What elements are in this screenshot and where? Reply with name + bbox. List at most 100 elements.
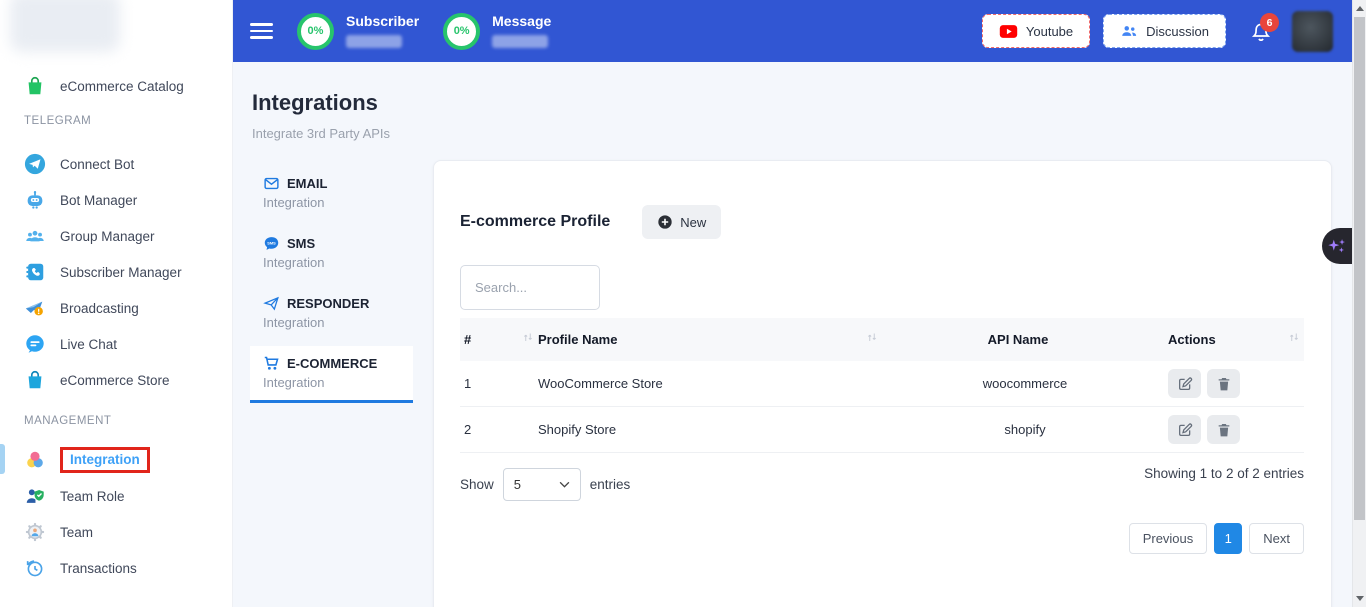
scrollbar-up-arrow[interactable]: [1356, 6, 1364, 11]
sidebar-item-group-manager[interactable]: Group Manager: [0, 218, 232, 254]
sidebar-item-connect-bot[interactable]: Connect Bot: [0, 146, 232, 182]
sidebar-item-team-role[interactable]: Team Role: [0, 478, 232, 514]
column-header-api-name[interactable]: API Name: [882, 332, 1168, 347]
sidebar-item-label: Broadcasting: [60, 301, 139, 316]
message-progress-ring: 0%: [443, 13, 480, 50]
users-icon: [1120, 23, 1138, 39]
user-avatar[interactable]: [1292, 11, 1333, 52]
column-header-actions[interactable]: Actions: [1168, 332, 1304, 347]
table-row: 1 WooCommerce Store woocommerce: [460, 361, 1304, 407]
row-profile-name: WooCommerce Store: [538, 376, 882, 391]
robot-icon: [24, 189, 46, 211]
gear-user-icon: [24, 521, 46, 543]
paper-plane-icon: [263, 295, 280, 312]
scrollbar-thumb[interactable]: [1354, 17, 1365, 520]
delete-button[interactable]: [1207, 415, 1240, 444]
contact-book-icon: [24, 261, 46, 283]
hamburger-menu-icon[interactable]: [250, 19, 273, 43]
sidebar-item-broadcasting[interactable]: Broadcasting: [0, 290, 232, 326]
sidebar-item-subscriber-manager[interactable]: Subscriber Manager: [0, 254, 232, 290]
edit-button[interactable]: [1168, 415, 1201, 444]
sidebar-item-live-chat[interactable]: Live Chat: [0, 326, 232, 362]
message-stat-value-blurred: [492, 35, 548, 48]
sidebar-item-label: Integration: [70, 452, 140, 467]
sidebar-item-label: Connect Bot: [60, 157, 134, 172]
sidebar-item-label: Bot Manager: [60, 193, 137, 208]
sort-icon[interactable]: [522, 330, 534, 346]
trash-icon: [1216, 376, 1232, 392]
column-header-profile-name[interactable]: Profile Name: [538, 332, 882, 347]
table-header-row: # Profile Name API Name Actions: [460, 318, 1304, 361]
column-header-num[interactable]: #: [460, 332, 538, 347]
tab-email-integration[interactable]: EMAIL Integration: [250, 166, 413, 220]
page-title: Integrations: [252, 90, 378, 116]
edit-icon: [1177, 376, 1193, 392]
sidebar-item-label: Transactions: [60, 561, 137, 576]
sidebar-item-team[interactable]: Team: [0, 514, 232, 550]
app-logo: [10, 0, 120, 52]
sort-icon[interactable]: [1288, 330, 1300, 346]
youtube-button[interactable]: Youtube: [982, 14, 1090, 48]
sidebar-item-label: eCommerce Catalog: [60, 79, 184, 94]
previous-page-button[interactable]: Previous: [1129, 523, 1208, 554]
row-num: 1: [460, 376, 538, 391]
sidebar-item-label: Live Chat: [60, 337, 117, 352]
color-circles-icon: [24, 449, 46, 471]
next-page-button[interactable]: Next: [1249, 523, 1304, 554]
show-label: Show: [460, 477, 494, 492]
message-stat: 0% Message: [443, 13, 551, 50]
telegram-plane-icon: [24, 153, 46, 175]
plus-circle-icon: [657, 214, 673, 230]
showing-entries-text: Showing 1 to 2 of 2 entries: [1144, 466, 1304, 481]
sidebar-item-ecommerce-catalog[interactable]: eCommerce Catalog: [0, 68, 232, 104]
broadcast-plane-icon: [24, 297, 46, 319]
subscriber-stat-label: Subscriber: [346, 14, 419, 29]
edit-button[interactable]: [1168, 369, 1201, 398]
page-size-select[interactable]: 5: [503, 468, 581, 501]
youtube-icon: [999, 24, 1018, 39]
users-group-icon: [24, 225, 46, 247]
tab-responder-integration[interactable]: RESPONDER Integration: [250, 286, 413, 340]
trash-icon: [1216, 422, 1232, 438]
sidebar-item-label: Subscriber Manager: [60, 265, 182, 280]
row-api-name: woocommerce: [882, 376, 1168, 391]
shopping-bag-blue-icon: [24, 369, 46, 391]
new-profile-button[interactable]: New: [642, 205, 721, 239]
search-input[interactable]: [460, 265, 600, 310]
shopping-bag-green-icon: [24, 75, 46, 97]
tab-ecommerce-integration[interactable]: E-COMMERCE Integration: [250, 346, 413, 403]
topbar: 0% Subscriber 0% Message Youtube Discuss…: [233, 0, 1352, 62]
page-1-button[interactable]: 1: [1214, 523, 1242, 554]
sparkles-icon: [1326, 235, 1348, 257]
discussion-button[interactable]: Discussion: [1103, 14, 1226, 48]
sidebar-item-ecommerce-store[interactable]: eCommerce Store: [0, 362, 232, 398]
chat-bubble-icon: [24, 333, 46, 355]
ai-assistant-button[interactable]: [1322, 228, 1352, 264]
page-subtitle: Integrate 3rd Party APIs: [252, 126, 390, 141]
sort-icon[interactable]: [866, 330, 878, 346]
row-profile-name: Shopify Store: [538, 422, 882, 437]
pagination: Previous 1 Next: [460, 523, 1304, 554]
sms-bubble-icon: SMS: [263, 235, 280, 252]
profiles-table: # Profile Name API Name Actions 1 WooCom…: [460, 318, 1304, 453]
main-content: Integrations Integrate 3rd Party APIs EM…: [233, 62, 1352, 607]
tab-sms-integration[interactable]: SMS SMS Integration: [250, 226, 413, 280]
page-scrollbar[interactable]: [1352, 0, 1366, 607]
sidebar-item-integration[interactable]: Integration: [0, 442, 232, 478]
sidebar-item-bot-manager[interactable]: Bot Manager: [0, 182, 232, 218]
svg-text:SMS: SMS: [267, 240, 276, 245]
scrollbar-down-arrow[interactable]: [1356, 596, 1364, 601]
subscriber-stat-value-blurred: [346, 35, 402, 48]
sidebar-item-transactions[interactable]: Transactions: [0, 550, 232, 586]
subscriber-progress-ring: 0%: [297, 13, 334, 50]
ecommerce-profile-card: E-commerce Profile New # Profile Name: [433, 160, 1332, 607]
shopping-cart-icon: [263, 355, 280, 372]
row-api-name: shopify: [882, 422, 1168, 437]
table-footer: Show 5 entries Showing 1 to 2 of 2 entri…: [460, 466, 1304, 554]
sidebar-section-management: MANAGEMENT: [0, 404, 232, 438]
delete-button[interactable]: [1207, 369, 1240, 398]
notifications-button[interactable]: 6: [1249, 18, 1273, 44]
user-shield-icon: [24, 485, 46, 507]
sidebar-item-label: Team Role: [60, 489, 125, 504]
message-stat-label: Message: [492, 14, 551, 29]
